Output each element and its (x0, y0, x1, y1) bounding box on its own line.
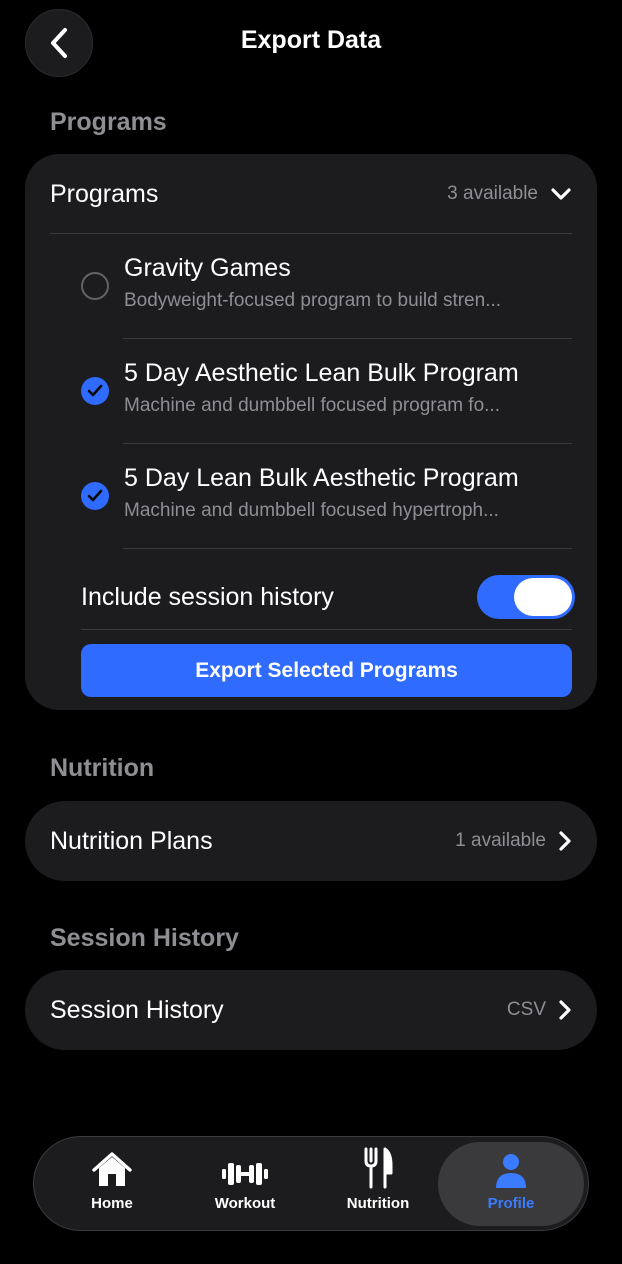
toggle-knob (514, 578, 572, 616)
toggle-label: Include session history (81, 582, 334, 611)
nutrition-section-header: Nutrition (50, 754, 155, 782)
tab-profile[interactable]: Profile (438, 1142, 584, 1226)
program-name: 5 Day Aesthetic Lean Bulk Program (124, 359, 519, 387)
export-selected-programs-button[interactable]: Export Selected Programs (81, 644, 572, 697)
program-name: 5 Day Lean Bulk Aesthetic Program (124, 464, 519, 492)
programs-count: 3 available (447, 183, 538, 204)
programs-expander[interactable]: Programs 3 available (50, 154, 572, 234)
radio-checked[interactable] (81, 482, 109, 510)
divider (81, 629, 572, 630)
program-name: Gravity Games (124, 254, 291, 282)
programs-title: Programs (50, 179, 159, 208)
chevron-right-icon (559, 831, 571, 851)
house-icon (92, 1152, 132, 1186)
program-row-aesthetic-lean-bulk[interactable]: 5 Day Aesthetic Lean Bulk Program Machin… (81, 339, 572, 443)
session-history-row[interactable]: Session History CSV (25, 970, 597, 1050)
checkmark-icon (87, 384, 103, 397)
radio-unchecked[interactable] (81, 272, 109, 300)
program-description: Machine and dumbbell focused program fo.… (124, 395, 500, 416)
tab-label: Nutrition (346, 1195, 410, 1212)
programs-card: Programs 3 available Gravity Games Bodyw… (25, 154, 597, 710)
program-description: Bodyweight-focused program to build stre… (124, 290, 502, 311)
tab-home[interactable]: Home (47, 1142, 177, 1226)
person-icon (496, 1154, 526, 1188)
tab-nutrition[interactable]: Nutrition (313, 1142, 443, 1226)
program-row-lean-bulk-aesthetic[interactable]: 5 Day Lean Bulk Aesthetic Program Machin… (81, 444, 572, 548)
tab-bar: Home Workout Nutrition Profile (33, 1136, 589, 1231)
session-history-toggle-row: Include session history (81, 564, 575, 630)
tab-label: Home (91, 1195, 133, 1212)
session-history-title: Session History (50, 995, 224, 1024)
program-description: Machine and dumbbell focused hypertroph.… (124, 500, 499, 521)
tab-label: Workout (214, 1195, 276, 1212)
programs-section-header: Programs (50, 108, 167, 136)
checkmark-icon (87, 489, 103, 502)
fork-knife-icon (364, 1147, 393, 1189)
program-row-gravity-games[interactable]: Gravity Games Bodyweight-focused program… (81, 234, 572, 338)
session-history-section-header: Session History (50, 924, 239, 952)
radio-checked[interactable] (81, 377, 109, 405)
chevron-down-icon (551, 188, 571, 200)
nutrition-plans-count: 1 available (455, 830, 546, 851)
include-session-history-toggle[interactable] (477, 575, 575, 619)
tab-label: Profile (487, 1195, 535, 1212)
chevron-right-icon (559, 1000, 571, 1020)
divider (123, 548, 572, 549)
session-history-format: CSV (506, 999, 546, 1020)
nutrition-plans-title: Nutrition Plans (50, 826, 213, 855)
dumbbell-icon (222, 1163, 268, 1185)
tab-workout[interactable]: Workout (180, 1142, 310, 1226)
page-title: Export Data (240, 26, 382, 54)
nutrition-plans-row[interactable]: Nutrition Plans 1 available (25, 801, 597, 881)
